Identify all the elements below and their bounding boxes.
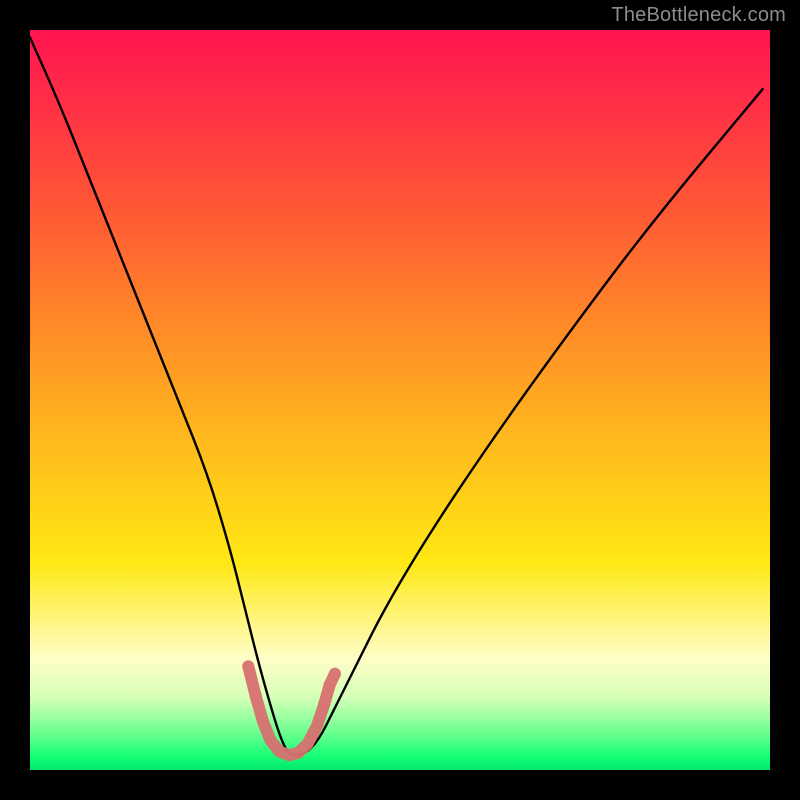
chart-frame: TheBottleneck.com	[0, 0, 800, 800]
marker-dot	[329, 668, 341, 680]
curve-layer	[30, 30, 770, 770]
marker-cluster	[242, 660, 341, 755]
marker-dot	[324, 679, 336, 691]
marker-dot	[250, 690, 262, 702]
bottleneck-curve	[30, 37, 763, 755]
watermark-text: TheBottleneck.com	[611, 4, 786, 27]
marker-dot	[242, 660, 254, 672]
plot-area	[30, 30, 770, 770]
